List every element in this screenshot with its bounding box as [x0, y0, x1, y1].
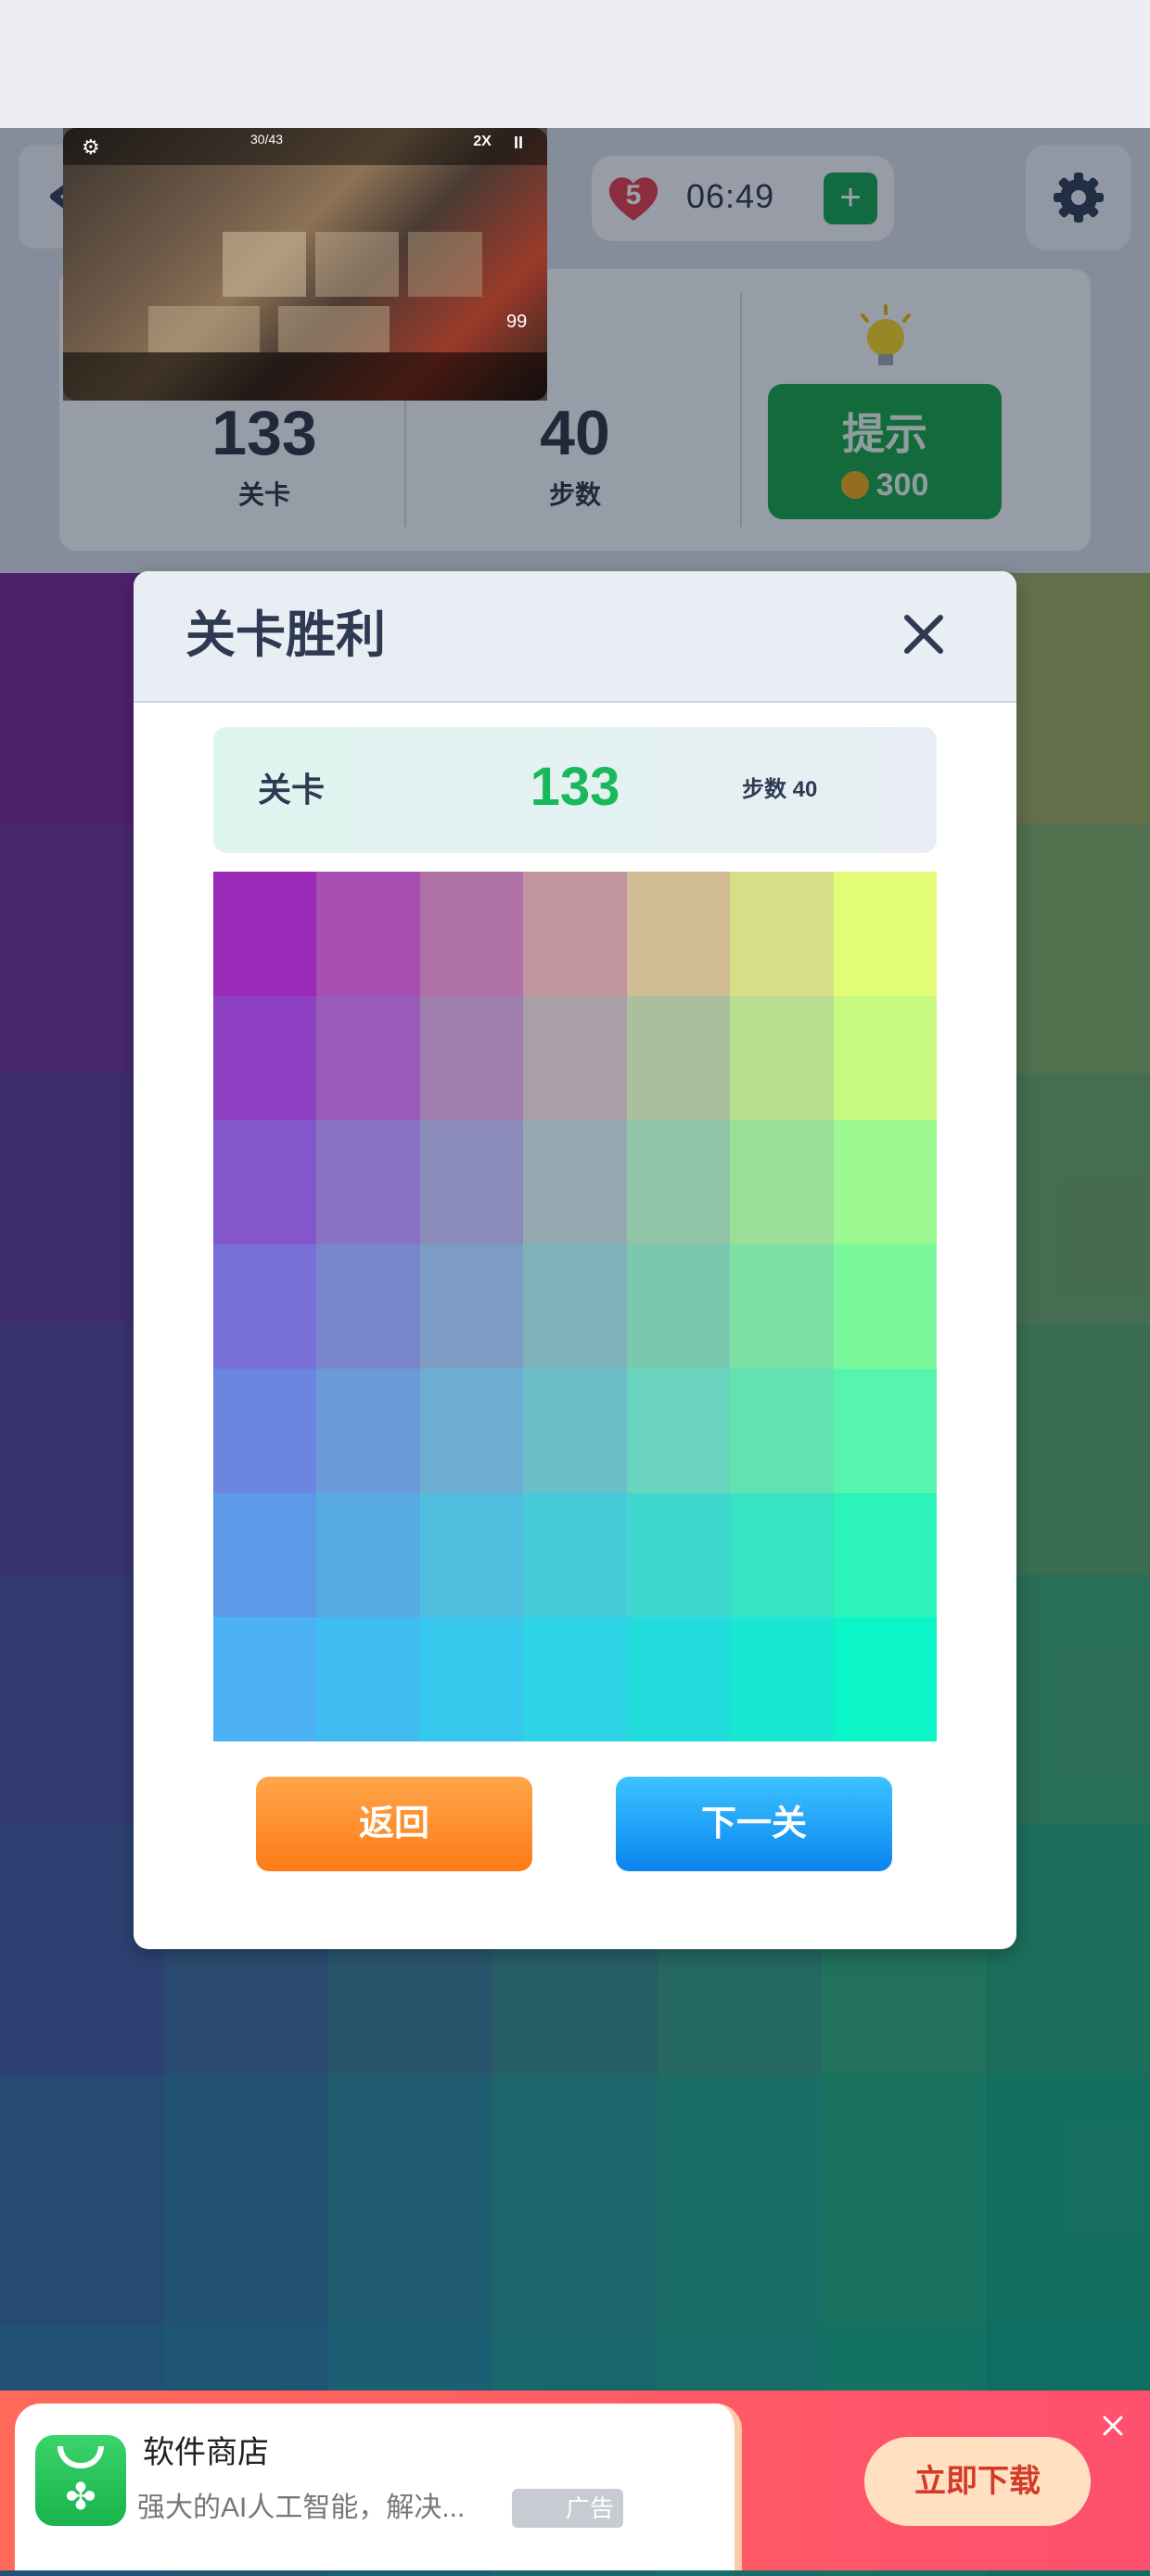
- back-button[interactable]: 返回: [256, 1777, 532, 1871]
- video-gear-icon[interactable]: ⚙: [82, 135, 106, 159]
- solved-tile: [626, 872, 731, 996]
- status-strip: [0, 0, 1150, 128]
- solved-tile: [419, 872, 524, 996]
- solved-tile: [213, 872, 317, 996]
- app-store-icon-clover: ✤: [65, 2477, 96, 2518]
- solved-tile: [730, 872, 834, 996]
- solved-tile: [523, 1369, 627, 1493]
- video-speed-button[interactable]: 2X: [464, 134, 501, 161]
- solved-tile: [730, 1369, 834, 1493]
- solved-tile: [213, 1120, 317, 1244]
- solved-tile: [523, 1120, 627, 1244]
- solved-tile: [419, 1244, 524, 1369]
- solved-tile: [626, 1493, 731, 1617]
- video-score: 99: [506, 312, 528, 332]
- solved-tile: [316, 996, 420, 1120]
- solved-tile: [833, 1493, 937, 1617]
- solved-tile: [730, 1617, 834, 1741]
- solved-tile: [316, 1493, 420, 1617]
- ad-close-icon[interactable]: [1096, 2409, 1130, 2442]
- solved-tile: [626, 996, 731, 1120]
- solved-tile: [833, 872, 937, 996]
- solved-tile: [523, 1493, 627, 1617]
- solved-tile: [626, 1120, 731, 1244]
- ad-description: 强大的AI人工智能，解决...: [137, 2493, 466, 2523]
- solved-tile: [730, 1493, 834, 1617]
- solved-tile: [213, 1369, 317, 1493]
- solved-tile: [523, 996, 627, 1120]
- video-bottom-bar: [63, 352, 547, 401]
- ad-title: 软件商店: [143, 2435, 269, 2470]
- result-level-value: 133: [530, 757, 620, 817]
- solved-tile: [316, 1369, 420, 1493]
- video-scene: [408, 232, 482, 297]
- video-pause-button[interactable]: II: [503, 134, 534, 161]
- video-scene: [315, 232, 399, 297]
- result-level-label: 关卡: [258, 771, 326, 809]
- solved-tile: [730, 1120, 834, 1244]
- solved-tile: [419, 1120, 524, 1244]
- solved-tile: [833, 1244, 937, 1369]
- close-icon[interactable]: [896, 606, 952, 662]
- solved-tile: [213, 1244, 317, 1369]
- solved-tile: [213, 996, 317, 1120]
- solved-tile: [316, 1244, 420, 1369]
- solved-tile: [730, 1244, 834, 1369]
- modal-title: 关卡胜利: [185, 607, 386, 663]
- ad-tag: 广告: [512, 2489, 623, 2528]
- solved-tile: [419, 1617, 524, 1741]
- solved-tile: [419, 1493, 524, 1617]
- next-level-button[interactable]: 下一关: [616, 1777, 892, 1871]
- video-scene: [148, 306, 260, 352]
- solved-tile: [833, 1120, 937, 1244]
- solved-tile: [833, 996, 937, 1120]
- solved-tile: [316, 1120, 420, 1244]
- solved-tile: [626, 1369, 731, 1493]
- solved-tile: [523, 1244, 627, 1369]
- solved-tile: [213, 1493, 317, 1617]
- solved-tile: [626, 1617, 731, 1741]
- solved-tile: [419, 1369, 524, 1493]
- solved-board: [213, 872, 937, 1741]
- solved-tile: [523, 872, 627, 996]
- video-scene: [223, 232, 306, 297]
- solved-tile: [523, 1617, 627, 1741]
- solved-tile: [213, 1617, 317, 1741]
- solved-tile: [626, 1244, 731, 1369]
- result-steps: 步数 40: [742, 777, 818, 802]
- solved-tile: [316, 1617, 420, 1741]
- video-counter: 30/43: [250, 132, 284, 147]
- solved-tile: [419, 996, 524, 1120]
- video-scene: [278, 306, 390, 352]
- solved-tile: [833, 1617, 937, 1741]
- solved-tile: [316, 872, 420, 996]
- solved-tile: [833, 1369, 937, 1493]
- solved-tile: [730, 996, 834, 1120]
- download-button[interactable]: 立即下载: [864, 2437, 1091, 2526]
